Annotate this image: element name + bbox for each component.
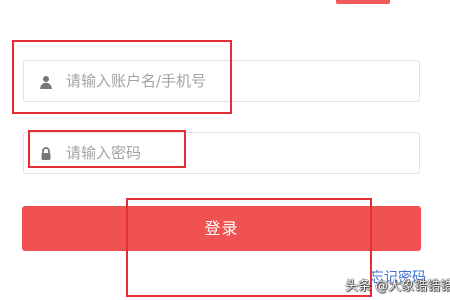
forgot-password-link[interactable]: 忘记密码 xyxy=(370,268,426,288)
user-icon xyxy=(38,74,54,90)
password-field[interactable] xyxy=(23,132,420,174)
account-input[interactable] xyxy=(66,61,408,101)
password-input[interactable] xyxy=(66,133,408,173)
lock-icon xyxy=(38,146,54,162)
top-red-accent xyxy=(336,0,390,4)
account-field[interactable] xyxy=(23,60,420,102)
login-button[interactable]: 登录 xyxy=(22,206,421,251)
